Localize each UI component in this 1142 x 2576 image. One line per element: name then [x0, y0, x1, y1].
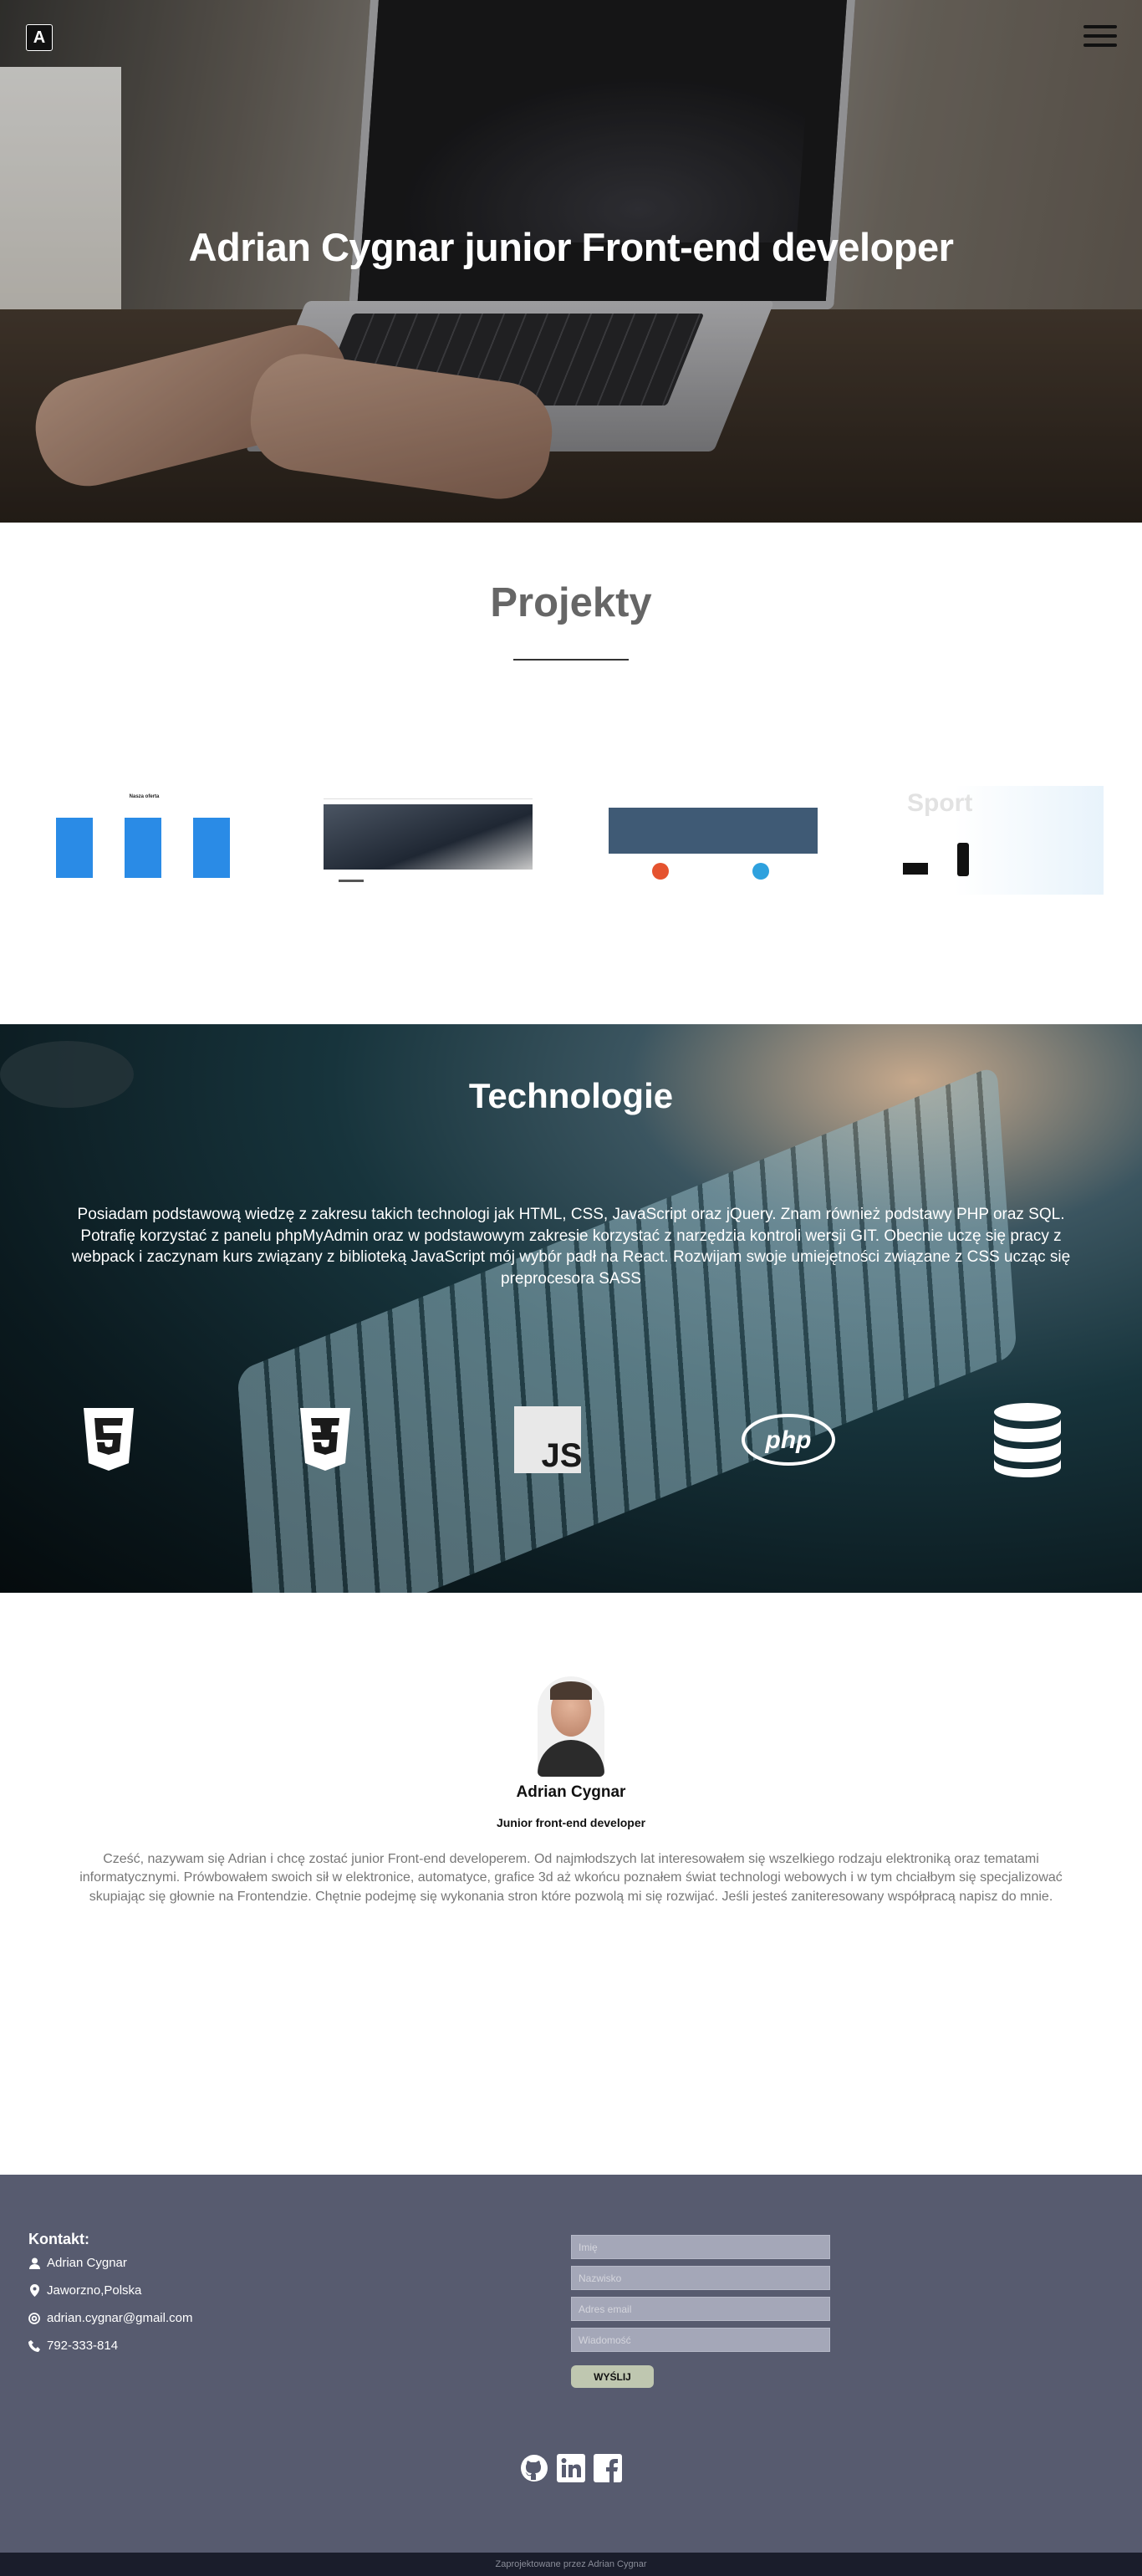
technologies-title: Technologie — [468, 1076, 674, 1115]
avatar — [538, 1676, 604, 1777]
hero-section: Adrian Cygnar junior Front-end developer — [0, 0, 1142, 523]
contact-title: Kontakt: — [28, 2231, 89, 2247]
hamburger-menu-icon[interactable] — [1083, 25, 1117, 47]
about-role: Junior front-end developer — [496, 1816, 646, 1829]
technologies-description: Posiadam podstawową wiedzę z zakresu tak… — [71, 1206, 1071, 1288]
footer-credit: Zaprojektowane przez Adrian Cygnar — [0, 2553, 1142, 2576]
contact-location: Jaworzno,Polska — [47, 2283, 142, 2298]
contact-location-row: Jaworzno,Polska — [28, 2283, 141, 2298]
message-field[interactable] — [571, 2328, 830, 2352]
project-thumbnail-4[interactable]: Sport — [890, 786, 1104, 895]
technologies-section: Technologie Posiadam podstawową wiedzę z… — [0, 1024, 1142, 1593]
send-button[interactable]: WYŚLIJ — [571, 2365, 654, 2388]
css3-icon — [297, 1406, 354, 1473]
github-icon[interactable] — [520, 2454, 548, 2482]
phone-icon — [28, 2339, 40, 2352]
contact-name: Adrian Cygnar — [47, 2256, 127, 2270]
project-thumbnail-caption: Nasza oferta — [129, 794, 160, 799]
project-thumbnail-caption: Sport — [907, 789, 973, 817]
project-thumbnail-3[interactable] — [606, 786, 819, 895]
projects-divider — [513, 659, 629, 661]
about-bio: Cześć, nazywam się Adrian i chcę zostać … — [79, 1852, 1063, 1904]
contact-footer — [0, 2175, 1142, 2553]
contact-name-row: Adrian Cygnar — [28, 2256, 127, 2270]
project-thumbnail-2[interactable] — [322, 786, 535, 895]
user-icon — [28, 2257, 40, 2269]
facebook-icon[interactable] — [594, 2454, 622, 2482]
tech-bg-keyboard — [237, 1064, 1017, 1593]
linkedin-icon[interactable] — [557, 2454, 585, 2482]
hero-title: Adrian Cygnar junior Front-end developer — [188, 225, 954, 269]
contact-phone: 792-333-814 — [47, 2339, 119, 2353]
project-thumbnail-1[interactable]: Nasza oferta — [38, 786, 251, 895]
site-logo[interactable]: A — [26, 24, 53, 51]
php-icon: php — [741, 1406, 836, 1473]
html5-icon — [80, 1406, 137, 1473]
php-icon-label: php — [765, 1426, 812, 1454]
javascript-icon: JS — [513, 1406, 582, 1473]
contact-email-row[interactable]: adrian.cygnar@gmail.com — [28, 2311, 192, 2325]
name-field[interactable] — [571, 2235, 830, 2259]
contact-phone-row: 792-333-814 — [28, 2339, 118, 2353]
email-field[interactable] — [571, 2297, 830, 2321]
contact-email[interactable]: adrian.cygnar@gmail.com — [47, 2311, 192, 2325]
map-marker-icon — [28, 2284, 40, 2297]
about-name: Adrian Cygnar — [516, 1783, 626, 1801]
projects-title: Projekty — [490, 580, 652, 625]
at-sign-icon — [28, 2312, 40, 2324]
js-icon-label: JS — [542, 1437, 582, 1473]
surname-field[interactable] — [571, 2266, 830, 2290]
database-icon — [993, 1403, 1062, 1477]
